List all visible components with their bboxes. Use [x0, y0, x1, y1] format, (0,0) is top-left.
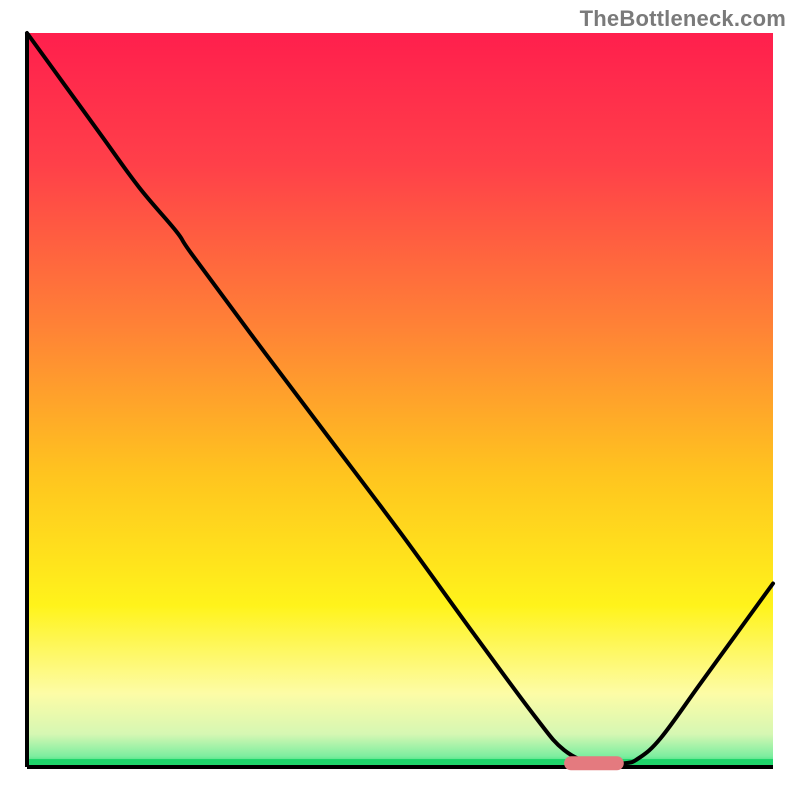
- optimum-marker: [564, 756, 624, 770]
- plot-background: [27, 33, 773, 767]
- bottleneck-curve-chart: [0, 0, 800, 800]
- chart-container: TheBottleneck.com: [0, 0, 800, 800]
